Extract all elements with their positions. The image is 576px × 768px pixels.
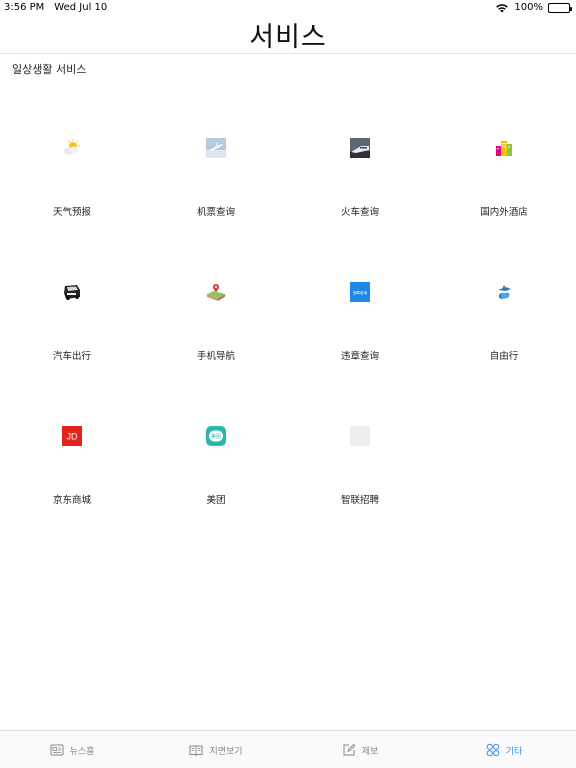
tab-label: 지면보기	[209, 746, 243, 757]
train-icon	[350, 138, 370, 158]
status-left: 3:56 PM Wed Jul 10	[4, 2, 107, 13]
jd-badge-text: JD	[67, 432, 79, 442]
tab-label: 기타	[505, 746, 523, 757]
service-weather[interactable]: 天气预报	[0, 100, 144, 244]
tab-report[interactable]: 제보	[288, 731, 432, 768]
weather-icon	[64, 139, 80, 155]
service-label: 手机导航	[196, 351, 235, 362]
status-bar: 3:56 PM Wed Jul 10 100%	[0, 0, 576, 16]
page-title: 서비스	[249, 22, 327, 53]
battery-icon	[548, 2, 572, 13]
service-label: 天气预报	[52, 207, 91, 218]
violation-icon: 违章查询	[350, 282, 370, 302]
service-meituan[interactable]: 美团 美团	[144, 388, 288, 532]
travel-icon	[498, 285, 511, 299]
service-label: 智联招聘	[340, 495, 379, 506]
zhaopin-icon	[350, 426, 370, 446]
service-label: 京东商城	[52, 495, 91, 506]
service-label: 机票查询	[196, 207, 235, 218]
service-flight[interactable]: 机票查询	[144, 100, 288, 244]
meituan-badge-text: 美团	[211, 433, 221, 440]
battery-percent: 100%	[514, 2, 543, 13]
status-time: 3:56 PM	[4, 2, 45, 13]
tab-news-home[interactable]: 뉴스홈	[0, 731, 144, 768]
tab-label: 뉴스홈	[69, 746, 95, 757]
service-car[interactable]: 汽车出行	[0, 244, 144, 388]
navigation-icon	[207, 284, 225, 301]
news-icon	[50, 744, 64, 756]
status-right: 100%	[495, 2, 572, 13]
status-date: Wed Jul 10	[54, 2, 108, 13]
header-divider	[0, 53, 576, 54]
service-label: 国内外酒店	[480, 207, 528, 218]
hotel-icon	[496, 141, 512, 156]
service-jd[interactable]: JD 京东商城	[0, 388, 144, 532]
service-label: 汽车出行	[52, 351, 91, 362]
tab-bar: 뉴스홈 지면보기 제보 기타	[0, 730, 576, 768]
service-travel[interactable]: 自由行	[432, 244, 576, 388]
service-label: 自由行	[489, 351, 519, 362]
wifi-icon	[496, 3, 509, 12]
jd-icon: JD	[62, 426, 82, 446]
service-label: 美团	[206, 495, 226, 506]
flight-icon	[206, 138, 226, 158]
book-icon	[189, 745, 203, 757]
meituan-icon: 美团	[206, 426, 226, 446]
service-violation[interactable]: 违章查询 违章查询	[288, 244, 432, 388]
car-icon	[64, 285, 80, 300]
grid-icon	[486, 743, 500, 757]
edit-icon	[343, 743, 356, 756]
tab-page-view[interactable]: 지면보기	[144, 731, 288, 768]
service-label: 违章查询	[340, 351, 379, 362]
service-label: 火车查询	[340, 207, 379, 218]
service-zhaopin[interactable]: 智联招聘	[288, 388, 432, 532]
violation-badge-text: 违章查询	[353, 290, 368, 295]
tab-etc[interactable]: 기타	[432, 731, 576, 768]
tab-label: 제보	[361, 746, 379, 757]
service-hotel[interactable]: 国内外酒店	[432, 100, 576, 244]
service-train[interactable]: 火车查询	[288, 100, 432, 244]
section-title: 일상생활 서비스	[12, 63, 87, 76]
service-navigation[interactable]: 手机导航	[144, 244, 288, 388]
